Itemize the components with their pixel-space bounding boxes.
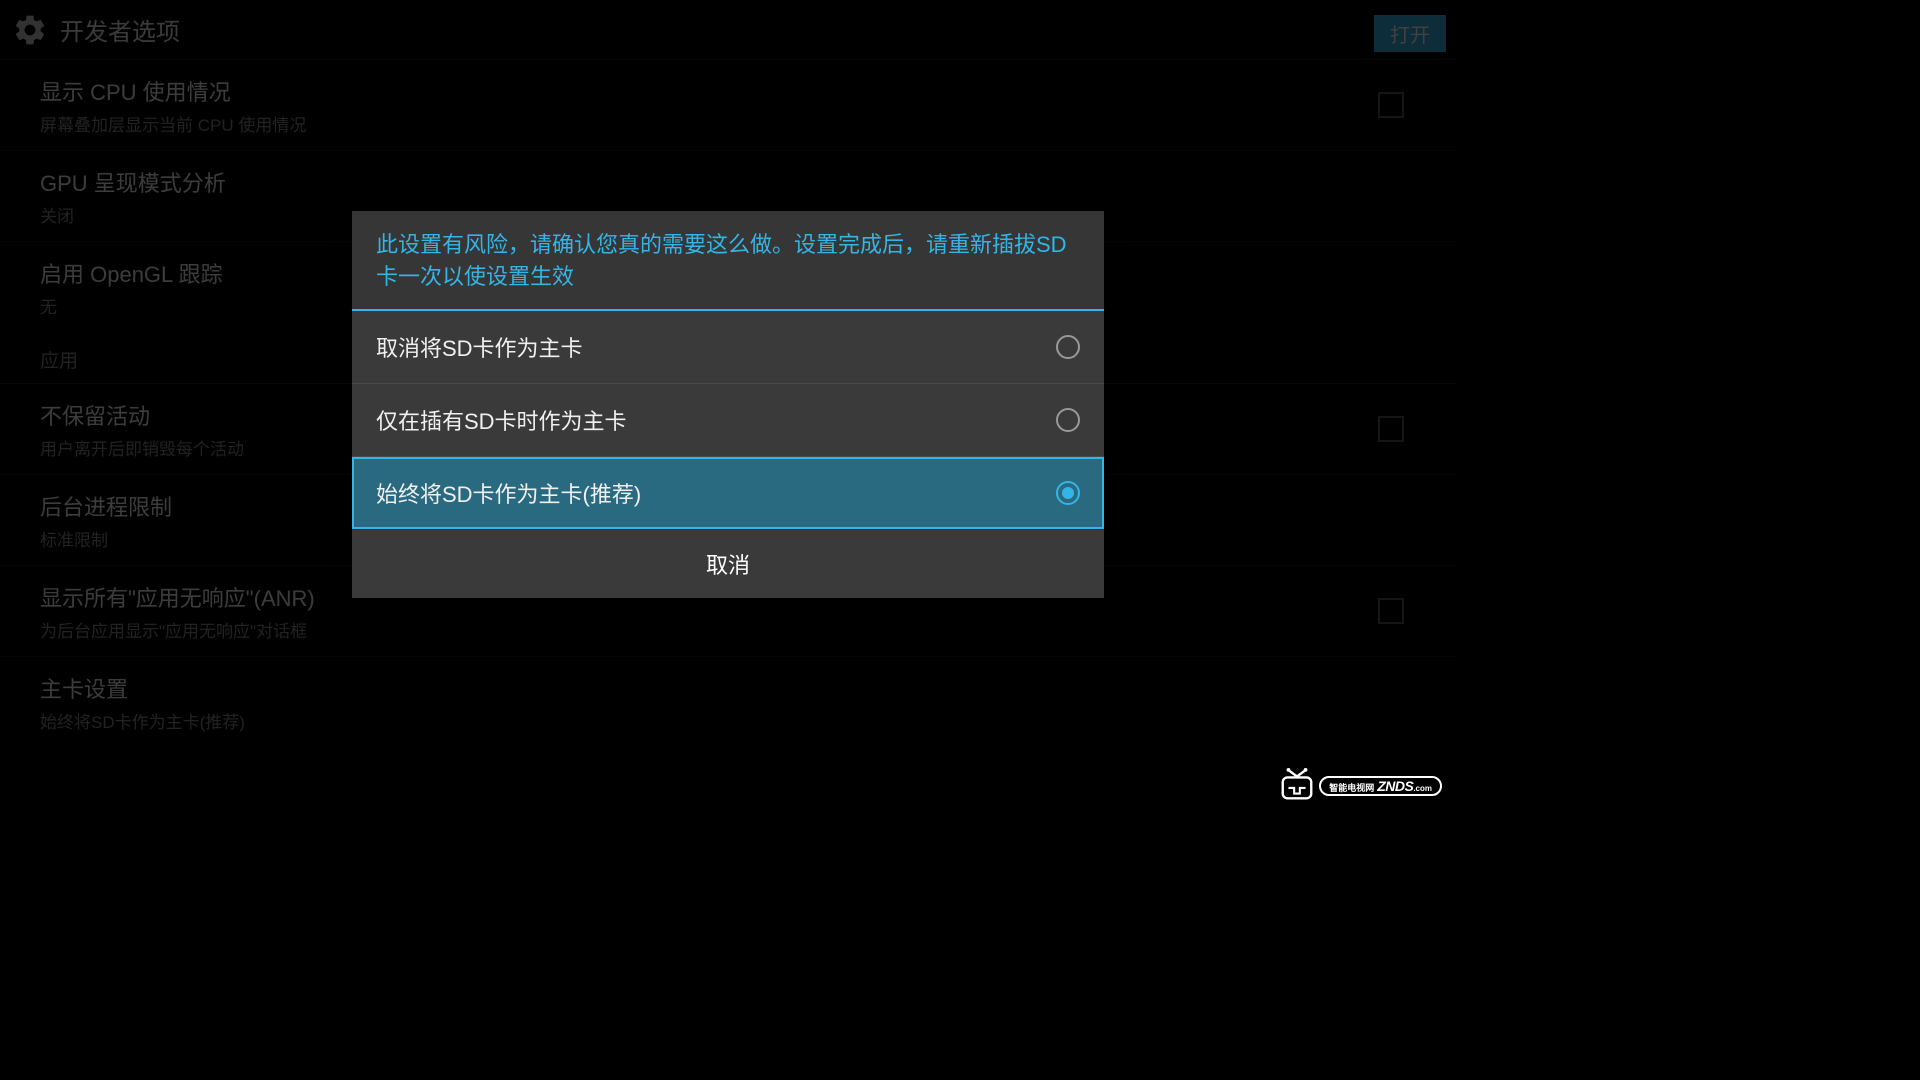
logo-pill: 智能电视网 ZNDS .com xyxy=(1319,776,1442,796)
logo-com-text: .com xyxy=(1413,784,1432,793)
dialog-option-cancel-sd[interactable]: 取消将SD卡作为主卡 xyxy=(352,311,1104,384)
znds-logo: 智能电视网 ZNDS .com xyxy=(1278,767,1442,805)
dialog-options: 取消将SD卡作为主卡 仅在插有SD卡时作为主卡 始终将SD卡作为主卡(推荐) xyxy=(352,311,1104,529)
sd-card-dialog: 此设置有风险，请确认您真的需要这么做。设置完成后，请重新插拔SD卡一次以使设置生… xyxy=(352,211,1104,598)
dialog-option-sd-when-inserted[interactable]: 仅在插有SD卡时作为主卡 xyxy=(352,384,1104,457)
dialog-option-always-sd[interactable]: 始终将SD卡作为主卡(推荐) xyxy=(352,457,1104,529)
radio-icon xyxy=(1056,408,1080,432)
logo-main-text: ZNDS xyxy=(1377,778,1413,794)
dialog-warning-text: 此设置有风险，请确认您真的需要这么做。设置完成后，请重新插拔SD卡一次以使设置生… xyxy=(352,211,1104,311)
modal-overlay: 此设置有风险，请确认您真的需要这么做。设置完成后，请重新插拔SD卡一次以使设置生… xyxy=(0,0,1456,819)
option-label: 仅在插有SD卡时作为主卡 xyxy=(376,404,627,436)
option-label: 取消将SD卡作为主卡 xyxy=(376,331,583,363)
logo-chinese-text: 智能电视网 xyxy=(1329,781,1374,794)
radio-icon xyxy=(1056,481,1080,505)
tv-icon xyxy=(1278,767,1316,805)
dialog-cancel-button[interactable]: 取消 xyxy=(352,529,1104,598)
option-label: 始终将SD卡作为主卡(推荐) xyxy=(376,477,641,509)
radio-icon xyxy=(1056,335,1080,359)
